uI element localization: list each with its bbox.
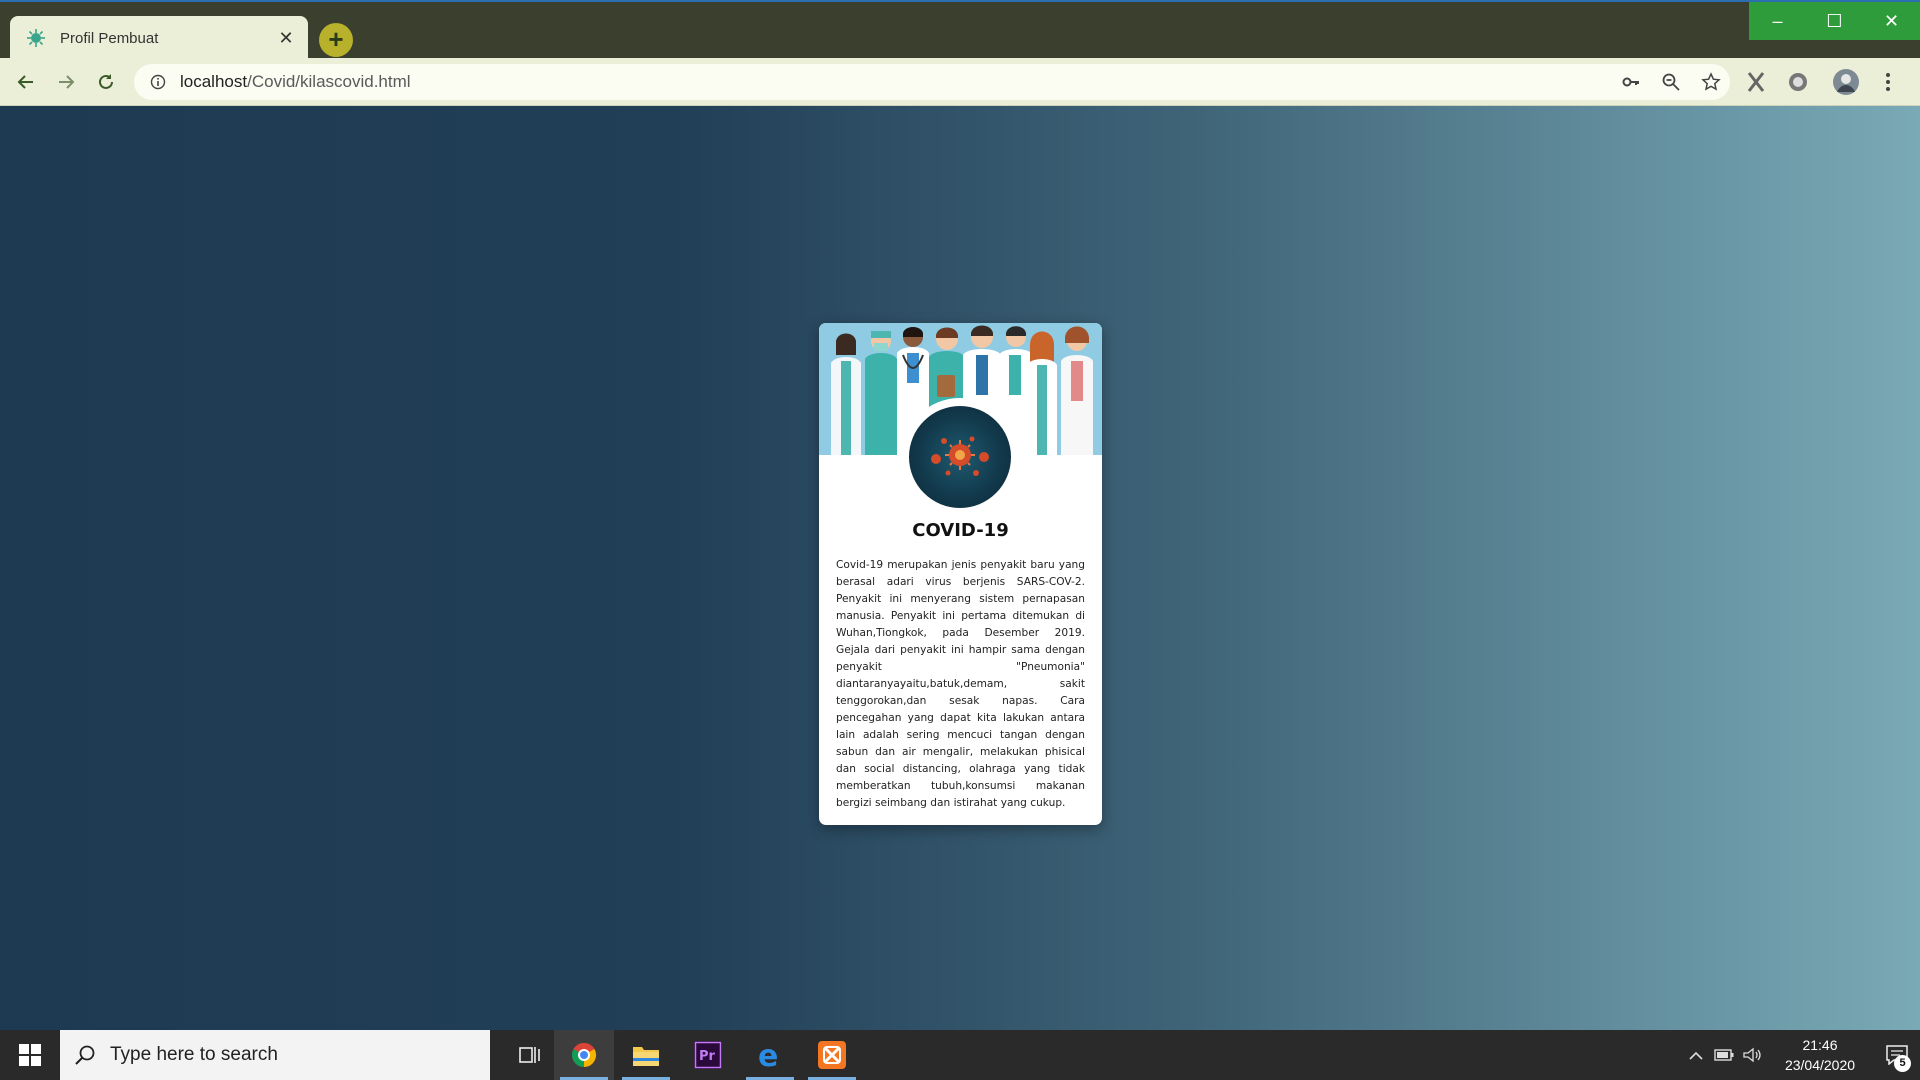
extension-circle-icon[interactable] bbox=[1784, 68, 1812, 96]
site-info-icon[interactable] bbox=[148, 72, 168, 92]
url-text: localhost/Covid/kilascovid.html bbox=[180, 72, 411, 92]
bookmark-star-icon[interactable] bbox=[1700, 71, 1722, 93]
zoom-icon[interactable] bbox=[1660, 71, 1682, 93]
menu-kebab-icon[interactable] bbox=[1874, 68, 1902, 96]
back-icon[interactable] bbox=[12, 68, 40, 96]
card-description: Covid-19 merupakan jenis penyakit baru y… bbox=[836, 559, 1085, 809]
close-window-button[interactable]: ✕ bbox=[1863, 2, 1920, 40]
card-title: COVID-19 bbox=[912, 520, 1009, 541]
virus-icon bbox=[931, 436, 989, 476]
url-path: /Covid/kilascovid.html bbox=[247, 72, 411, 91]
search-placeholder: Type here to search bbox=[110, 1044, 278, 1065]
url-host: localhost bbox=[180, 72, 248, 91]
show-hidden-icons-icon[interactable] bbox=[1682, 1030, 1710, 1080]
windows-taskbar: Type here to search Pr e 21:46 23/04/202 bbox=[0, 1030, 1920, 1080]
key-icon[interactable] bbox=[1620, 71, 1642, 93]
tab-title: Profil Pembuat bbox=[60, 29, 159, 47]
profile-avatar-icon[interactable] bbox=[1832, 68, 1860, 96]
close-tab-icon[interactable]: ✕ bbox=[276, 28, 296, 49]
window-controls: – ☐ ✕ bbox=[1749, 2, 1920, 40]
covid-virus-avatar bbox=[901, 398, 1019, 516]
chrome-taskbar-icon[interactable] bbox=[554, 1030, 614, 1080]
battery-icon[interactable] bbox=[1710, 1030, 1738, 1080]
xampp-icon[interactable] bbox=[802, 1030, 862, 1080]
clock-date: 23/04/2020 bbox=[1784, 1057, 1856, 1073]
action-center-icon[interactable]: 5 bbox=[1874, 1030, 1920, 1080]
premiere-pro-icon[interactable]: Pr bbox=[678, 1030, 738, 1080]
page-viewport: COVID-19 Covid-19 merupakan jenis penyak… bbox=[0, 106, 1920, 1030]
reload-icon[interactable] bbox=[92, 68, 120, 96]
svg-text:e: e bbox=[758, 1041, 778, 1069]
edge-icon[interactable]: e bbox=[740, 1030, 800, 1080]
address-bar[interactable]: localhost/Covid/kilascovid.html bbox=[134, 64, 1730, 100]
task-view-icon[interactable] bbox=[500, 1030, 560, 1080]
new-tab-button[interactable]: + bbox=[319, 23, 353, 57]
minimize-button[interactable]: – bbox=[1749, 2, 1806, 40]
search-icon bbox=[75, 1045, 95, 1065]
windows-start-icon[interactable] bbox=[0, 1030, 60, 1080]
volume-icon[interactable] bbox=[1738, 1030, 1766, 1080]
taskbar-clock[interactable]: 21:46 23/04/2020 bbox=[1774, 1035, 1866, 1075]
system-tray: 21:46 23/04/2020 5 bbox=[1682, 1030, 1920, 1080]
extension-x-icon[interactable] bbox=[1742, 68, 1770, 96]
notification-count-badge: 5 bbox=[1894, 1055, 1911, 1072]
svg-text:Pr: Pr bbox=[699, 1049, 716, 1064]
browser-toolbar: localhost/Covid/kilascovid.html bbox=[0, 58, 1920, 106]
covid-profile-card: COVID-19 Covid-19 merupakan jenis penyak… bbox=[819, 323, 1102, 825]
browser-titlebar: Profil Pembuat ✕ + – ☐ ✕ bbox=[0, 0, 1920, 60]
file-explorer-icon[interactable] bbox=[616, 1030, 676, 1080]
browser-tab[interactable]: Profil Pembuat ✕ bbox=[10, 16, 308, 60]
maximize-button[interactable]: ☐ bbox=[1806, 2, 1863, 40]
virus-favicon-icon bbox=[26, 28, 46, 48]
clock-time: 21:46 bbox=[1802, 1037, 1838, 1053]
forward-icon[interactable] bbox=[52, 68, 80, 96]
taskbar-search-input[interactable]: Type here to search bbox=[60, 1030, 490, 1080]
